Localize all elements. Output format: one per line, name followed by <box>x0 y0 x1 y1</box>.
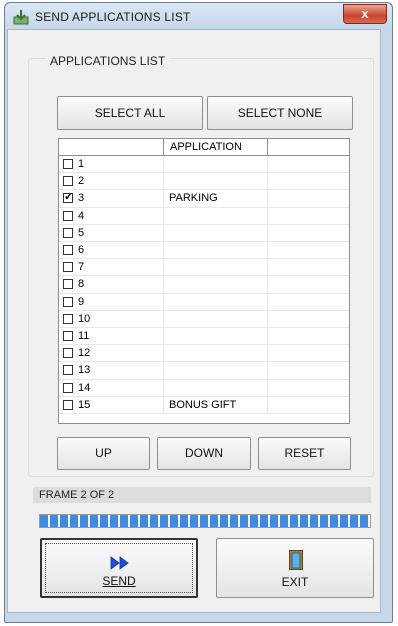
list-item[interactable]: 1 <box>59 156 349 174</box>
row-checkbox[interactable]: ✓ <box>63 191 74 204</box>
select-none-label: SELECT NONE <box>237 106 323 120</box>
down-button[interactable]: DOWN <box>157 437 251 470</box>
row-number: 11 <box>78 330 90 342</box>
row-number: 3 <box>78 192 85 205</box>
list-item[interactable]: 12 <box>59 345 349 363</box>
title-bar: SEND APPLICATIONS LIST x <box>5 3 392 31</box>
row-checkbox[interactable] <box>63 331 73 341</box>
row-checkbox[interactable] <box>63 313 73 324</box>
group-label: APPLICATIONS LIST <box>46 54 170 68</box>
down-label: DOWN <box>185 446 223 460</box>
row-checkbox[interactable] <box>63 365 73 376</box>
fast-forward-icon <box>110 556 129 570</box>
progress-bar <box>39 514 371 528</box>
list-item[interactable]: 9 <box>59 293 349 311</box>
reset-button[interactable]: RESET <box>258 437 351 470</box>
list-item[interactable]: ✓ 3 PARKING <box>59 190 349 208</box>
column-header-number[interactable] <box>59 139 164 155</box>
list-item[interactable]: 14 <box>59 379 349 397</box>
select-all-button[interactable]: SELECT ALL <box>57 96 203 130</box>
send-label: SEND <box>102 574 136 588</box>
row-checkbox[interactable] <box>63 210 73 221</box>
row-checkbox[interactable] <box>63 159 73 169</box>
list-item[interactable]: 13 <box>59 362 349 380</box>
row-checkbox[interactable] <box>63 262 73 273</box>
row-number: 9 <box>78 295 85 308</box>
reset-label: RESET <box>284 446 325 460</box>
checkmark-icon: ✓ <box>64 191 74 204</box>
close-button[interactable]: x <box>343 4 387 24</box>
row-checkbox[interactable] <box>63 245 73 255</box>
row-application: BONUS GIFT <box>169 398 237 411</box>
list-item[interactable]: 8 <box>59 276 349 294</box>
row-number: 8 <box>78 278 85 291</box>
row-number: 2 <box>78 175 85 188</box>
row-checkbox[interactable] <box>63 279 73 290</box>
progress-fill <box>40 515 370 527</box>
up-button[interactable]: UP <box>57 437 150 470</box>
row-number: 14 <box>78 381 91 394</box>
list-item[interactable]: 6 <box>59 242 349 260</box>
row-checkbox[interactable] <box>63 227 73 238</box>
list-item[interactable]: 10 <box>59 310 349 328</box>
list-item[interactable]: 5 <box>59 224 349 242</box>
window-title: SEND APPLICATIONS LIST <box>35 10 191 24</box>
exit-label: EXIT <box>281 575 309 589</box>
row-checkbox[interactable] <box>63 176 73 187</box>
frame-status: FRAME 2 OF 2 <box>33 487 371 503</box>
door-icon <box>289 550 303 570</box>
list-item[interactable]: 15 BONUS GIFT <box>59 396 349 414</box>
row-number: 6 <box>78 244 85 256</box>
exit-button[interactable]: EXIT <box>216 538 374 598</box>
row-number: 1 <box>78 158 85 170</box>
list-item[interactable]: 7 <box>59 259 349 277</box>
list-item[interactable]: 2 <box>59 173 349 191</box>
list-item[interactable]: 4 <box>59 207 349 225</box>
row-checkbox[interactable] <box>63 382 73 393</box>
column-header-application[interactable]: APPLICATION <box>164 139 268 155</box>
download-app-icon <box>13 10 29 25</box>
row-number: 12 <box>78 347 91 360</box>
column-header-extra[interactable] <box>268 139 349 155</box>
row-number: 4 <box>78 209 85 222</box>
row-checkbox[interactable] <box>63 399 73 410</box>
close-icon: x <box>361 6 369 21</box>
list-item[interactable]: 11 <box>59 328 349 346</box>
row-checkbox[interactable] <box>63 348 73 359</box>
applications-list[interactable]: APPLICATION 1 2 ✓ 3 PARKING 4 5 6 7 8 9 10 11 12 13 14 1… <box>58 138 350 424</box>
up-label: UP <box>95 446 112 460</box>
row-application: PARKING <box>169 192 218 205</box>
send-button[interactable]: SEND <box>40 538 198 598</box>
select-none-button[interactable]: SELECT NONE <box>207 96 353 130</box>
row-number: 13 <box>78 364 91 377</box>
select-all-label: SELECT ALL <box>94 106 166 120</box>
list-header: APPLICATION <box>59 139 349 156</box>
row-checkbox[interactable] <box>63 296 73 307</box>
row-number: 15 <box>78 398 91 411</box>
row-number: 7 <box>78 261 85 274</box>
row-number: 10 <box>78 312 91 325</box>
row-number: 5 <box>78 226 85 239</box>
